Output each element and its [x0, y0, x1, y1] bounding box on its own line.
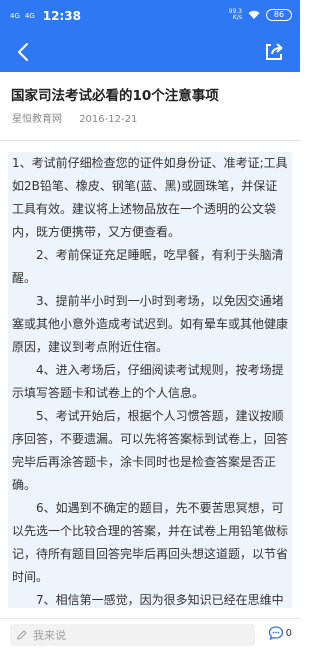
status-time: 12:38 [42, 9, 81, 23]
comment-input[interactable]: 我来说 [10, 624, 255, 646]
article-source: 星恒教育网 [12, 114, 62, 125]
article-body: 1、考试前仔细检查您的证件如身份证、准考证;工具如2B铅笔、橡皮、钢笔(蓝、黑)… [8, 152, 292, 608]
back-icon[interactable] [12, 40, 36, 64]
comment-placeholder: 我来说 [33, 629, 66, 642]
bottom-bar: 我来说 0 [0, 618, 300, 650]
article-paragraph: 5、考试开始后，根据个人习惯答题，建议按顺序回答，不要遗漏。可以先将答案标到试卷… [12, 409, 289, 492]
network-indicator-2: 4G [24, 12, 35, 20]
comment-icon [268, 626, 283, 641]
share-icon[interactable] [262, 40, 286, 64]
article-paragraph: 1、考试前仔细检查您的证件如身份证、准考证;工具如2B铅笔、橡皮、钢笔(蓝、黑)… [12, 156, 288, 239]
status-bar: 4G 4G 12:38 99.3 K/s 86 [0, 0, 300, 32]
article-paragraph: 3、提前半小时到一小时到考场，以免因交通堵塞或其他小意外造成考试迟到。如有晕车或… [12, 294, 289, 354]
page-title: 国家司法考试必看的10个注意事项 [11, 88, 219, 104]
article-date: 2016-12-21 [79, 114, 138, 125]
battery-indicator: 86 [266, 9, 292, 21]
app-bar [0, 32, 300, 72]
comment-count: 0 [285, 627, 292, 639]
divider [0, 140, 300, 141]
article-paragraph: 2、考前保证充足睡眠，吃早餐，有利于头脑清醒。 [12, 248, 284, 285]
network-speed: 99.3 K/s [228, 8, 242, 21]
article-paragraph: 6、如遇到不确定的题目，先不要苦思冥想，可以先选一个比较合理的答案，并在试卷上用… [12, 501, 289, 584]
pencil-icon [17, 630, 27, 640]
article-paragraph: 4、进入考场后，仔细阅读考试规则，按考场提示填写答题卡和试卷上的个人信息。 [12, 363, 284, 400]
article-meta: 星恒教育网 2016-12-21 [12, 110, 151, 125]
comment-button[interactable]: 0 [268, 625, 292, 641]
wifi-icon [248, 10, 260, 19]
article-paragraph: 7、相信第一感觉，因为很多知识已经在思维中形成一个印象，如果反复思考还是不确定，… [36, 593, 284, 607]
network-indicator: 4G [10, 12, 20, 20]
